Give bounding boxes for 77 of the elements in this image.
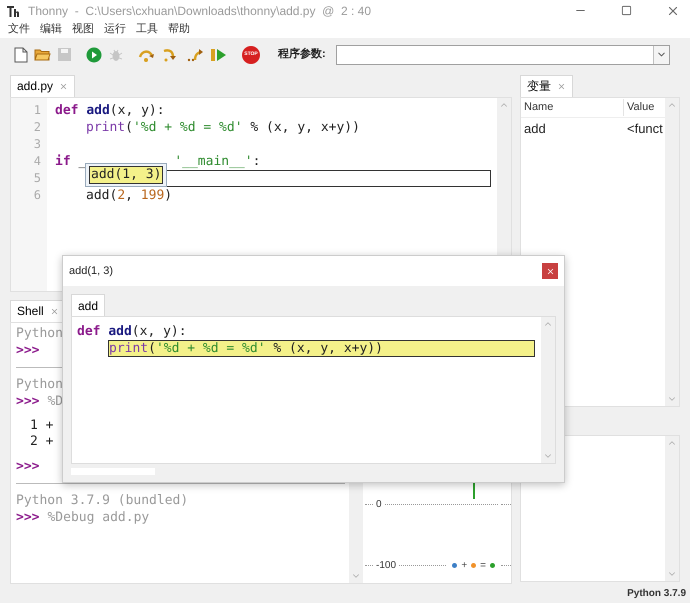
program-args-field[interactable]: [336, 44, 670, 65]
code-token: add(: [86, 186, 118, 204]
shell-prompt: >>>: [16, 458, 40, 475]
code-token: (: [125, 118, 133, 136]
code-token: ,: [125, 186, 134, 204]
menu-item[interactable]: 工具: [136, 21, 158, 38]
menu-item[interactable]: 运行: [104, 21, 126, 38]
shell-text: Python 3.7.9 (bundled): [16, 492, 188, 508]
shell-output: 1 +: [30, 418, 54, 433]
code-token: if: [55, 152, 72, 170]
table-cell-text: add: [523, 120, 547, 138]
close-button[interactable]: [542, 263, 558, 279]
app-logo-icon: [6, 4, 20, 18]
close-icon[interactable]: [557, 82, 566, 91]
tab[interactable]: add.py: [10, 74, 76, 97]
line-number: 5: [34, 170, 41, 187]
code-token: def: [55, 102, 80, 119]
variables-scrollbar[interactable]: [665, 98, 679, 406]
shell-command: %Debug add.py: [47, 508, 150, 526]
menu-item[interactable]: 视图: [72, 21, 94, 38]
column-header[interactable]: Value: [624, 99, 665, 116]
close-icon[interactable]: [546, 266, 554, 276]
line-number: 6: [34, 186, 41, 204]
program-args-label: 程序参数:: [278, 46, 326, 62]
shell-output: 2 +: [30, 434, 54, 449]
shell-text: Python: [16, 376, 63, 392]
shell-prompt: >>>: [16, 508, 40, 526]
code-token: (: [148, 340, 156, 357]
dialog-scrollbar[interactable]: [541, 317, 555, 463]
code-token: 2: [117, 186, 126, 204]
table-cell-text: <funct: [626, 120, 664, 138]
code-token: '__main__': [174, 152, 253, 170]
code-token: print: [86, 118, 126, 136]
play-icon[interactable]: [86, 46, 102, 63]
panel-scrollbar[interactable]: [665, 436, 679, 581]
highlighted-call: add(1, 3): [89, 166, 164, 184]
close-icon[interactable]: [50, 306, 59, 316]
code-token: ): [164, 186, 172, 204]
resume-icon[interactable]: [210, 46, 228, 63]
code-token: 199: [140, 186, 164, 204]
code-token: def: [77, 323, 102, 340]
line-number: 1: [34, 102, 41, 119]
shell-command: %D: [47, 392, 64, 410]
tab[interactable]: 变量: [520, 74, 573, 97]
line-number: 2: [34, 118, 41, 136]
code-token: add: [108, 323, 132, 340]
shell-prompt: >>>: [16, 342, 40, 359]
legend-sign: +: [461, 558, 468, 573]
code-token: (x, y):: [110, 102, 165, 119]
code-token: :: [252, 152, 260, 170]
menu-item[interactable]: 帮助: [168, 21, 190, 38]
folder-icon[interactable]: [34, 47, 51, 62]
step-arrow-icon[interactable]: [186, 46, 204, 63]
code-token: '%d + %d = %d': [156, 340, 266, 357]
column-header[interactable]: Name: [521, 99, 624, 116]
close-icon[interactable]: [59, 82, 68, 91]
code-token: '%d + %d = %d': [132, 118, 243, 136]
axis-tick-label: -100: [376, 558, 396, 573]
shell-text: Python: [16, 326, 63, 341]
menu-item[interactable]: 编辑: [40, 21, 62, 38]
tab[interactable]: add: [71, 294, 106, 316]
menu-item[interactable]: 文件: [8, 21, 30, 38]
status-text: Python 3.7.9: [627, 586, 686, 601]
dialog-title: add(1, 3): [69, 264, 114, 279]
code-token: print: [109, 340, 148, 357]
maximize-icon[interactable]: [621, 5, 632, 16]
legend-sign: =: [480, 558, 486, 573]
new-file-icon[interactable]: [14, 46, 28, 63]
code-token: add: [86, 102, 110, 119]
line-number: 3: [34, 136, 41, 153]
code-token: % (x, y, x+y)): [272, 340, 383, 357]
code-token: (x, y):: [132, 323, 187, 340]
axis-tick-label: 0: [376, 498, 382, 512]
code-token: % (x, y, x+y)): [249, 118, 360, 136]
window-title: Thonny - C:\Users\cxhuan\Downloads\thonny\add.py @ 2 : 40: [28, 2, 372, 20]
line-number: 4: [34, 152, 41, 170]
shell-prompt: >>>: [16, 392, 40, 410]
